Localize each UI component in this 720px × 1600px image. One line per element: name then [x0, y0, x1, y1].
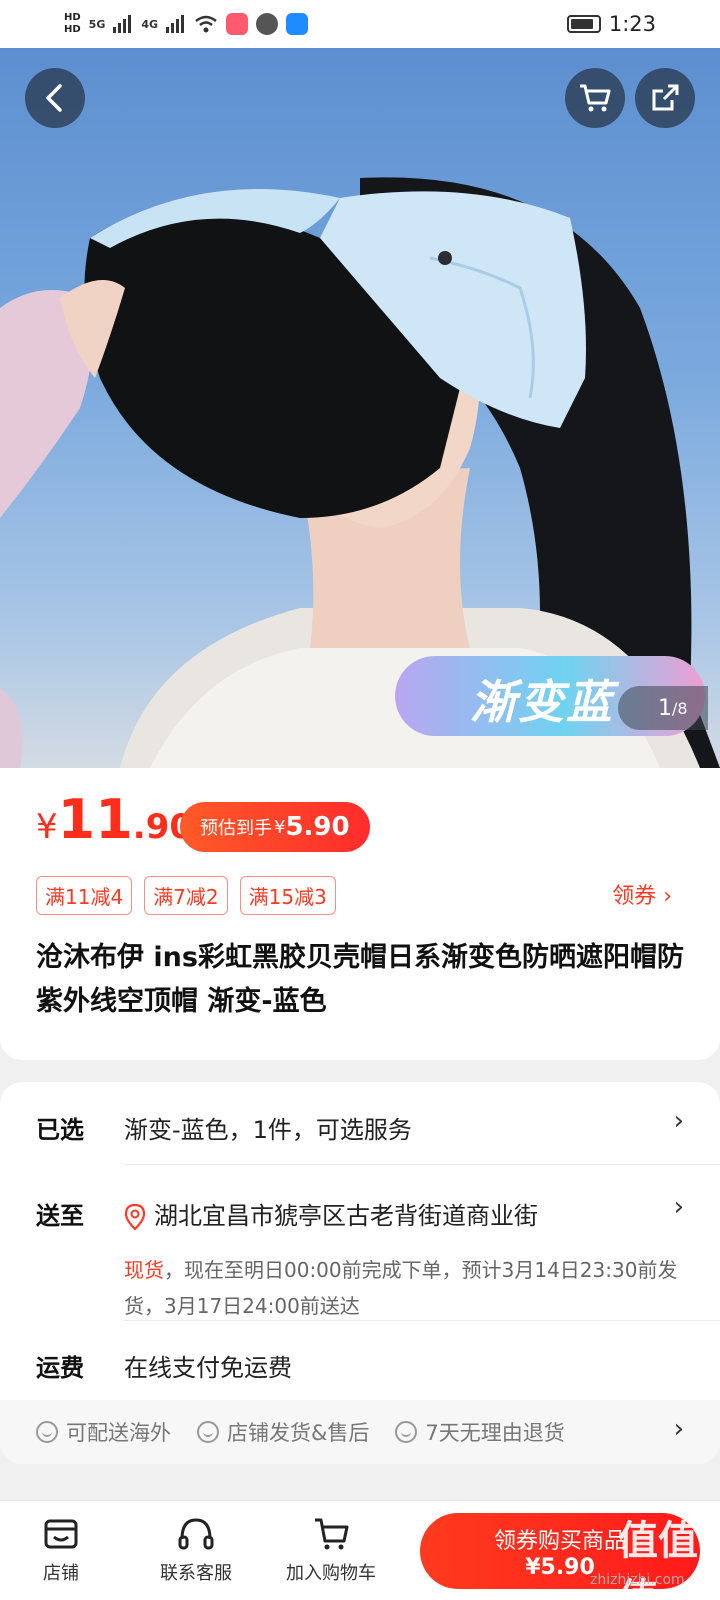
freight-value: 在线支付免运费 [124, 1354, 292, 1382]
service-label: 店铺发货&售后 [227, 1421, 370, 1445]
app-notification-icon [226, 13, 249, 35]
estimate-price-badge: 预估到手 ¥ 5.90 [180, 802, 370, 852]
wifi-icon [195, 15, 217, 33]
chevron-right-icon: › [673, 1414, 684, 1444]
battery-icon [566, 15, 601, 33]
chevron-right-icon: › [673, 1192, 684, 1222]
selected-label: 已选 [36, 1116, 84, 1144]
coupon-tag[interactable]: 满15减3 [239, 876, 336, 915]
chevron-left-icon [46, 84, 62, 112]
service-item: 可配送海外 [36, 1417, 171, 1447]
coupon-tag[interactable]: 满11减4 [36, 876, 133, 915]
service-guarantees[interactable]: 可配送海外 店铺发货&售后 7天无理由退货 › [0, 1400, 720, 1464]
freight-label: 运费 [36, 1354, 84, 1382]
price-integer: 11 [57, 788, 133, 851]
service-label: 7天无理由退货 [425, 1421, 565, 1445]
delivery-estimate: ，现在至明日00:00前完成下单，预计3月14日23:30前发货，3月17日24… [124, 1258, 678, 1318]
service-label: 可配送海外 [66, 1421, 171, 1445]
cart-button[interactable] [565, 68, 625, 128]
smile-check-icon [395, 1421, 418, 1443]
watermark-url: zhizhizhi.com [590, 1572, 685, 1588]
status-bar: HD HD 5G 4G 1:23 [0, 0, 720, 48]
price-currency: ¥ [36, 807, 58, 847]
coupon-list: 满11减4 满7减2 满15减3 [36, 876, 336, 915]
details-card: 已选 渐变-蓝色，1件，可选服务 › 送至 湖北宜昌市猇亭区古老背街道商业街 ›… [0, 1082, 720, 1464]
service-item: 7天无理由退货 [395, 1417, 565, 1447]
ship-address: 湖北宜昌市猇亭区古老背街道商业街 [154, 1202, 538, 1230]
smile-check-icon [36, 1421, 58, 1443]
cart-icon [580, 84, 611, 112]
smile-check-icon [197, 1421, 219, 1443]
add-to-cart-button[interactable]: 加入购物车 [286, 1515, 376, 1585]
customer-service-button[interactable]: 联系客服 [160, 1515, 232, 1585]
signal-icon [166, 15, 185, 33]
network-4g-label: 4G [141, 17, 159, 31]
chevron-right-icon: › [673, 1106, 684, 1136]
color-badge-text: 渐变蓝 [470, 675, 614, 729]
share-button[interactable] [635, 68, 695, 128]
delivery-info: 现货，现在至明日00:00前完成下单，预计3月14日23:30前发货，3月17日… [124, 1252, 684, 1324]
selected-value: 渐变-蓝色，1件，可选服务 [124, 1116, 412, 1144]
product-image[interactable]: 渐变蓝 1/8 [0, 48, 720, 768]
app-notification-icon [286, 13, 309, 35]
image-page-indicator: 1/8 [618, 686, 708, 730]
message-icon [256, 13, 279, 35]
customer-service-label: 联系客服 [160, 1563, 232, 1584]
price: ¥ 11 .90 [36, 788, 193, 851]
headset-icon [178, 1518, 214, 1550]
share-icon [652, 84, 679, 111]
back-button[interactable] [25, 68, 85, 128]
status-icons: HD HD 5G 4G [64, 12, 309, 36]
coupon-tag[interactable]: 满7减2 [144, 876, 228, 915]
page-total: /8 [672, 698, 688, 718]
hd-icon: HD HD [64, 12, 81, 35]
divider [124, 1164, 720, 1165]
divider [124, 1320, 720, 1321]
price-card: ¥ 11 .90 预估到手 ¥ 5.90 满11减4 满7减2 满15减3 领券… [0, 768, 720, 1060]
ship-to-label: 送至 [36, 1202, 84, 1230]
buy-price: ¥5.90 [525, 1554, 595, 1580]
buy-label: 领券购买商品 [493, 1528, 626, 1554]
status-right: 1:23 [566, 12, 656, 36]
add-to-cart-label: 加入购物车 [286, 1563, 376, 1584]
product-title: 沧沐布伊 ins彩虹黑胶贝壳帽日系渐变色防晒遮阳帽防紫外线空顶帽 渐变-蓝色 [36, 942, 684, 1017]
stock-status: 现货 [124, 1258, 164, 1282]
status-time: 1:23 [608, 12, 656, 36]
get-coupon-link[interactable]: 领券 › [612, 878, 672, 910]
shop-icon [44, 1519, 78, 1549]
signal-icon [113, 15, 132, 33]
location-pin-icon [124, 1204, 146, 1230]
shop-button[interactable]: 店铺 [42, 1515, 80, 1585]
network-5g-label: 5G [88, 17, 106, 31]
estimate-label: 预估到手 [200, 818, 272, 839]
service-item: 店铺发货&售后 [197, 1417, 369, 1447]
estimate-currency: ¥ [274, 816, 286, 838]
page-current: 1 [658, 695, 672, 721]
cart-icon [315, 1518, 349, 1550]
estimate-amount: 5.90 [285, 812, 350, 842]
shop-label: 店铺 [43, 1563, 79, 1584]
